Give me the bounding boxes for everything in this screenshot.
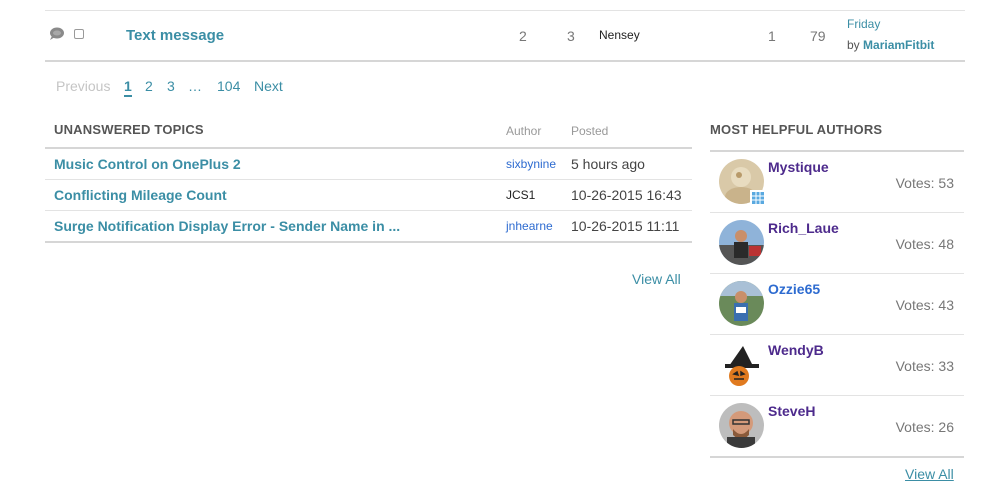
votes-count: Votes: 48	[895, 236, 954, 252]
last-post-by: by MariamFitbit	[847, 38, 934, 52]
author-name-link[interactable]: Mystique	[768, 159, 829, 175]
topic-title-link[interactable]: Music Control on OnePlus 2	[54, 156, 241, 172]
author-link[interactable]: JCS1	[506, 188, 535, 202]
pagination-ellipsis: …	[188, 78, 202, 94]
unanswered-topics-heading: UNANSWERED TOPICS	[54, 122, 204, 137]
view-all-authors-link[interactable]: View All	[905, 466, 954, 482]
page-link-last[interactable]: 104	[217, 78, 240, 94]
most-helpful-authors-heading: MOST HELPFUL AUTHORS	[710, 122, 883, 137]
divider	[45, 60, 965, 62]
topic-title-link[interactable]: Conflicting Mileage Count	[54, 187, 227, 203]
last-post-author-link[interactable]: MariamFitbit	[863, 38, 934, 52]
previous-page-link: Previous	[56, 78, 111, 94]
badge-icon	[750, 190, 766, 206]
posted-time: 10-26-2015 11:11	[571, 218, 680, 234]
author-name-link[interactable]: SteveH	[768, 403, 815, 419]
list-item: SteveH Votes: 26	[710, 396, 964, 456]
avatar[interactable]	[719, 220, 764, 265]
column-header-author: Author	[506, 124, 542, 138]
votes-count: Votes: 53	[895, 175, 954, 191]
list-item: Ozzie65 Votes: 43	[710, 274, 964, 335]
page-link-3[interactable]: 3	[167, 78, 175, 94]
by-prefix: by	[847, 38, 860, 52]
topic-title-link[interactable]: Text message	[126, 27, 224, 44]
avatar[interactable]	[719, 342, 764, 387]
topic-title-link[interactable]: Surge Notification Display Error - Sende…	[54, 218, 400, 234]
table-row: Music Control on OnePlus 2 sixbynine 5 h…	[45, 149, 692, 180]
list-item: Rich_Laue Votes: 48	[710, 213, 964, 274]
topic-stat: 3	[567, 28, 575, 44]
page-link-current[interactable]: 1	[124, 78, 132, 97]
author-name-link[interactable]: Ozzie65	[768, 281, 820, 297]
list-item: Mystique Votes: 53	[710, 152, 964, 213]
author-link[interactable]: jnhearne	[506, 219, 553, 233]
author-link[interactable]: sixbynine	[506, 157, 556, 171]
avatar[interactable]	[719, 281, 764, 326]
author-name-link[interactable]: WendyB	[768, 342, 824, 358]
helpful-authors-list: Mystique Votes: 53 Rich_Laue Votes: 48 O…	[710, 150, 964, 458]
topic-stat: 2	[519, 28, 527, 44]
votes-count: Votes: 43	[895, 297, 954, 313]
topic-stat: 1	[768, 28, 776, 44]
topic-author: Nensey	[599, 28, 640, 42]
avatar[interactable]	[719, 403, 764, 448]
next-page-link[interactable]: Next	[254, 78, 283, 94]
votes-count: Votes: 26	[895, 419, 954, 435]
votes-count: Votes: 33	[895, 358, 954, 374]
unanswered-topics-table: Music Control on OnePlus 2 sixbynine 5 h…	[45, 147, 692, 243]
speech-bubble-icon	[49, 27, 65, 41]
topic-stat: 79	[810, 28, 826, 44]
author-name-link[interactable]: Rich_Laue	[768, 220, 839, 236]
topic-row: Text message 2 3 Nensey 1 79 Friday by M…	[45, 11, 965, 60]
list-item: WendyB Votes: 33	[710, 335, 964, 396]
column-header-posted: Posted	[571, 124, 609, 138]
last-post-date-link[interactable]: Friday	[847, 17, 880, 31]
view-all-unanswered-link[interactable]: View All	[632, 271, 681, 287]
topic-checkbox[interactable]	[74, 29, 84, 39]
posted-time: 5 hours ago	[571, 156, 645, 172]
page-link-2[interactable]: 2	[145, 78, 153, 94]
table-row: Conflicting Mileage Count JCS1 10-26-201…	[45, 180, 692, 211]
posted-time: 10-26-2015 16:43	[571, 187, 682, 203]
table-row: Surge Notification Display Error - Sende…	[45, 211, 692, 243]
